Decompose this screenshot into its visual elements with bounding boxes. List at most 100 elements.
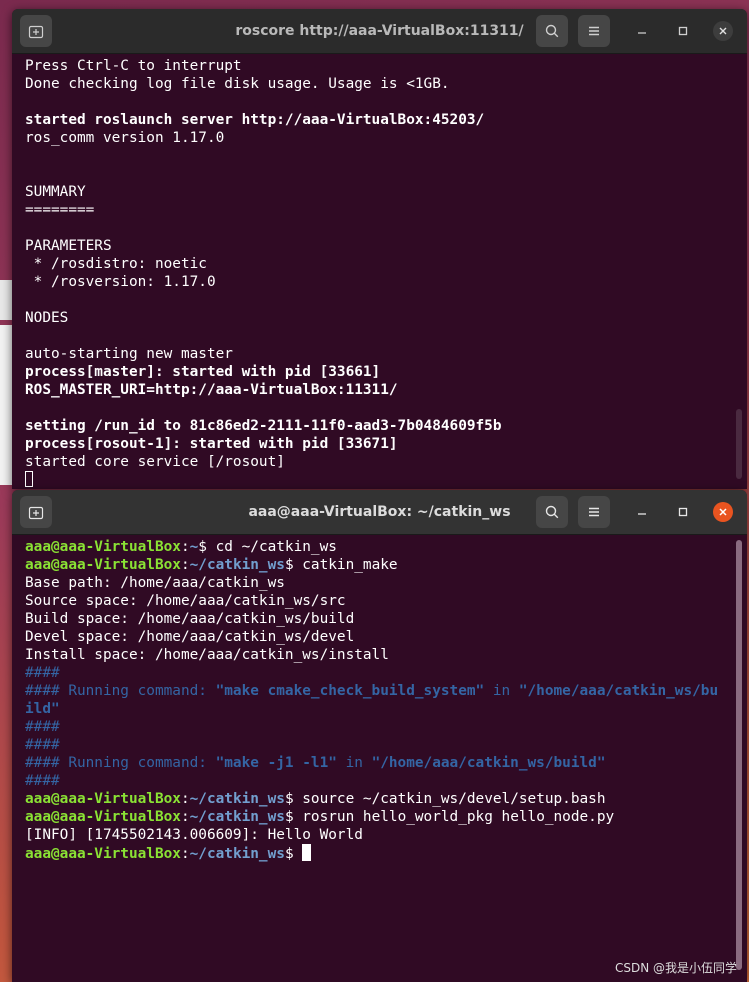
- terminal-line: setting /run_id to 81c86ed2-2111-11f0-aa…: [25, 417, 747, 435]
- watermark: CSDN @我是小伍同学: [614, 961, 737, 975]
- terminal-text: started core service [/rosout]: [25, 454, 285, 470]
- roscore-terminal-window[interactable]: roscore http://aaa-VirtualBox:11311/ Pre…: [12, 9, 747, 489]
- terminal-text: :: [180, 846, 190, 862]
- search-icon: [545, 24, 559, 38]
- terminal-text: #### Running command:: [25, 755, 216, 771]
- terminal-line: ####: [25, 718, 747, 736]
- terminal-text: ild": [25, 701, 60, 717]
- terminal-line: ####: [25, 772, 747, 790]
- terminal-text: process[master]: started with pid [33661…: [25, 364, 381, 380]
- close-icon: [719, 27, 727, 35]
- terminal-line: aaa@aaa-VirtualBox:~/catkin_ws$ source ~…: [25, 790, 747, 808]
- terminal-text: :: [180, 557, 190, 573]
- terminal-text: aaa@aaa-VirtualBox: [25, 809, 181, 825]
- terminal-output[interactable]: aaa@aaa-VirtualBox:~$ cd ~/catkin_ws aaa@…: [12, 535, 747, 862]
- menu-button[interactable]: [578, 496, 610, 528]
- background-window-edge: [0, 280, 12, 320]
- terminal-text: ========: [25, 202, 95, 218]
- terminal-text: Done checking log file disk usage. Usage…: [25, 76, 450, 92]
- terminal-line: ========: [25, 201, 747, 219]
- terminal-text: aaa@aaa-VirtualBox: [25, 846, 181, 862]
- terminal-text: in: [484, 683, 519, 699]
- minimize-button[interactable]: [632, 502, 652, 522]
- terminal-text: in: [336, 755, 372, 771]
- close-icon: [719, 508, 727, 516]
- scrollbar[interactable]: [736, 409, 742, 479]
- terminal-text: * /rosdistro: noetic: [25, 256, 207, 272]
- terminal-text: :: [180, 791, 190, 807]
- menu-button[interactable]: [578, 15, 610, 47]
- text-cursor: [302, 844, 312, 861]
- minimize-button[interactable]: [632, 21, 652, 41]
- terminal-output[interactable]: Press Ctrl-C to interrupt Done checking l…: [12, 54, 747, 489]
- terminal-line: ros_comm version 1.17.0: [25, 129, 747, 147]
- terminal-line: Devel space: /home/aaa/catkin_ws/devel: [25, 628, 747, 646]
- terminal-line: process[rosout-1]: started with pid [336…: [25, 435, 747, 453]
- terminal-line: [INFO] [1745502143.006609]: Hello World: [25, 826, 747, 844]
- terminal-line: #### Running command: "make -j1 -l1" in …: [25, 754, 747, 772]
- scrollbar[interactable]: [736, 540, 742, 970]
- terminal-text: setting /run_id to 81c86ed2-2111-11f0-aa…: [25, 418, 502, 434]
- close-button[interactable]: [713, 502, 733, 522]
- terminal-line: Base path: /home/aaa/catkin_ws: [25, 574, 747, 592]
- terminal-text: process[rosout-1]: started with pid [336…: [25, 436, 398, 452]
- terminal-text: ####: [25, 665, 60, 681]
- terminal-text: ~/catkin_ws: [189, 791, 285, 807]
- background-window-edge: [0, 325, 12, 485]
- terminal-line: process[master]: started with pid [33661…: [25, 363, 747, 381]
- terminal-text: "/home/aaa/catkin_ws/build": [371, 755, 606, 771]
- terminal-line: aaa@aaa-VirtualBox:~/catkin_ws$: [25, 844, 747, 862]
- search-icon: [545, 505, 559, 519]
- roscore-titlebar[interactable]: roscore http://aaa-VirtualBox:11311/: [12, 9, 747, 54]
- maximize-icon: [678, 507, 688, 517]
- close-button[interactable]: [713, 21, 733, 41]
- maximize-button[interactable]: [673, 21, 693, 41]
- terminal-text: PARAMETERS: [25, 238, 112, 254]
- terminal-text: ~/catkin_ws: [189, 846, 285, 862]
- terminal-line: Build space: /home/aaa/catkin_ws/build: [25, 610, 747, 628]
- search-button[interactable]: [536, 496, 568, 528]
- terminal-text: $ rosrun hello_world_pkg hello_node.py: [284, 809, 615, 825]
- terminal-text: Press Ctrl-C to interrupt: [25, 58, 242, 74]
- terminal-text: ####: [25, 773, 60, 789]
- terminal-text: ros_comm version 1.17.0: [25, 130, 225, 146]
- terminal-text: Base path: /home/aaa/catkin_ws: [25, 575, 285, 591]
- terminal-line: * /rosdistro: noetic: [25, 255, 747, 273]
- minimize-icon: [638, 32, 646, 34]
- terminal-line: auto-starting new master: [25, 345, 747, 363]
- terminal-line: ild": [25, 700, 747, 718]
- catkin-terminal-window[interactable]: aaa@aaa-VirtualBox: ~/catkin_ws aaa@aaa-…: [12, 490, 747, 982]
- search-button[interactable]: [536, 15, 568, 47]
- terminal-line: NODES: [25, 309, 747, 327]
- terminal-text: ####: [25, 719, 60, 735]
- terminal-text: ####: [25, 737, 60, 753]
- terminal-line: * /rosversion: 1.17.0: [25, 273, 747, 291]
- terminal-text: "make -j1 -l1": [215, 755, 337, 771]
- terminal-text: Devel space: /home/aaa/catkin_ws/devel: [25, 629, 355, 645]
- maximize-button[interactable]: [673, 502, 693, 522]
- terminal-line: Press Ctrl-C to interrupt: [25, 57, 747, 75]
- terminal-text: started roslaunch server http://aaa-Virt…: [25, 112, 485, 128]
- terminal-line: ####: [25, 664, 747, 682]
- terminal-text: :: [180, 539, 190, 555]
- catkin-titlebar[interactable]: aaa@aaa-VirtualBox: ~/catkin_ws: [12, 490, 747, 535]
- terminal-line: Install space: /home/aaa/catkin_ws/insta…: [25, 646, 747, 664]
- terminal-text: #### Running command:: [25, 683, 216, 699]
- terminal-line: started core service [/rosout]: [25, 453, 747, 471]
- terminal-text: $ cd ~/catkin_ws: [198, 539, 337, 555]
- terminal-line: [25, 471, 747, 489]
- terminal-text: ~: [189, 539, 199, 555]
- text-cursor: [25, 471, 33, 487]
- terminal-text: "/home/aaa/catkin_ws/bu: [518, 683, 719, 699]
- terminal-line: #### Running command: "make cmake_check_…: [25, 682, 747, 700]
- terminal-line: SUMMARY: [25, 183, 747, 201]
- menu-icon: [589, 507, 599, 517]
- terminal-line: Source space: /home/aaa/catkin_ws/src: [25, 592, 747, 610]
- terminal-text: $ source ~/catkin_ws/devel/setup.bash: [284, 791, 606, 807]
- minimize-icon: [638, 513, 646, 515]
